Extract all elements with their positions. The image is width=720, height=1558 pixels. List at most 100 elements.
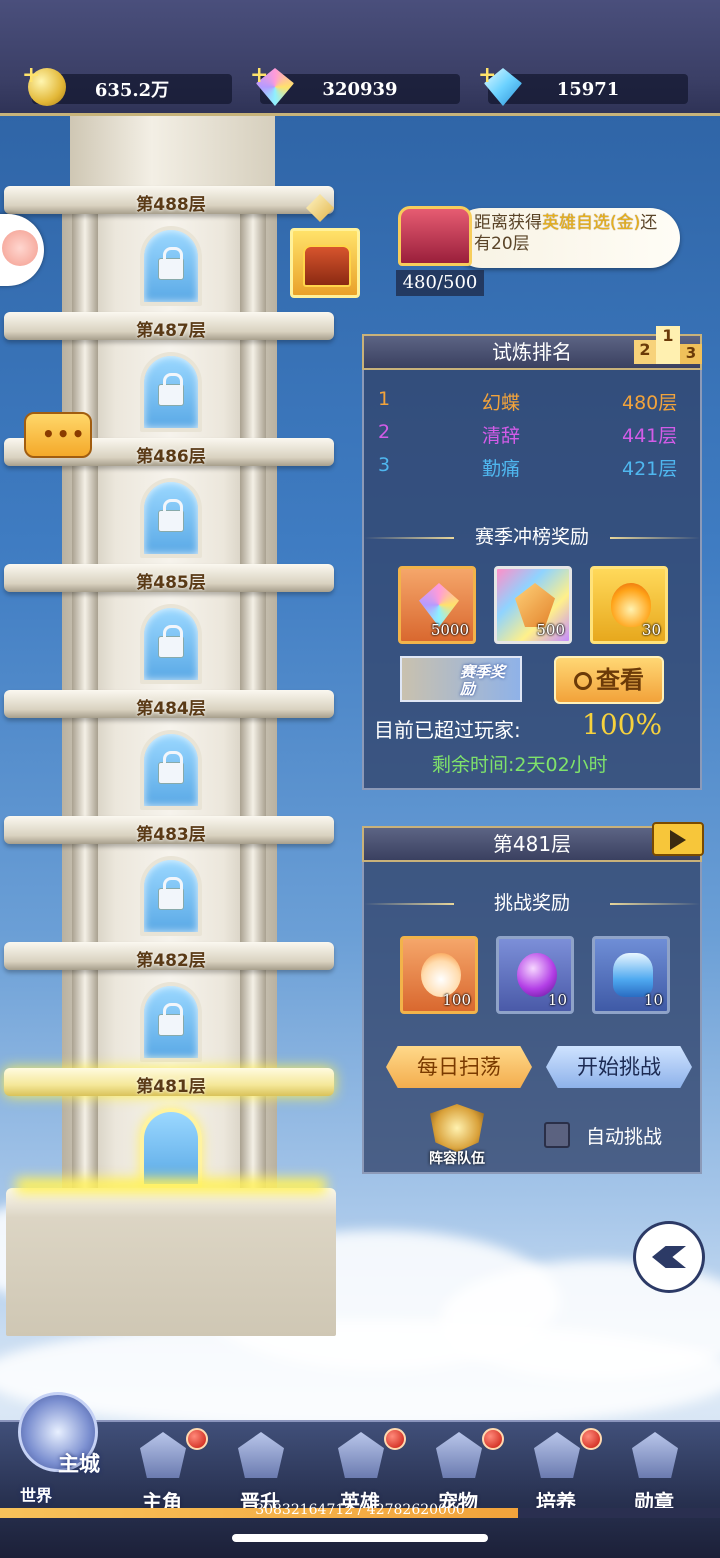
notification-dot — [384, 1428, 406, 1450]
hero-reward-prefix: 距离获得 — [474, 213, 542, 233]
rank-row[interactable]: 2 清辞 441层 — [376, 421, 692, 451]
diamond-amount: 15971 — [556, 78, 620, 100]
main-city-label: 主城 — [58, 1452, 100, 1476]
notification-dot — [482, 1428, 504, 1450]
chat-button[interactable]: ••• — [24, 412, 92, 458]
shield-star-icon — [430, 1104, 484, 1152]
rank-number: 2 — [378, 421, 391, 443]
rank-row[interactable]: 1 幻蝶 480层 — [376, 388, 692, 418]
lock-icon — [158, 751, 184, 784]
tower-floor[interactable]: 第483层 — [0, 816, 340, 942]
season-reward-item[interactable]: 500 — [494, 566, 572, 644]
back-arrow-icon — [652, 1246, 686, 1268]
lock-icon — [158, 373, 184, 406]
rank-player-name: 勤痛 — [482, 458, 521, 480]
main-city-button[interactable]: 主城 世界 — [8, 1392, 112, 1510]
star-emblem-icon — [534, 1432, 580, 1478]
gold-resource[interactable]: + 635.2万 — [22, 62, 232, 106]
hero-helmet-icon — [140, 1432, 186, 1478]
item-count: 30 — [641, 621, 661, 639]
trial-tower: 第488层 第487层 第486层 第485层 第484层 第483层 第482… — [0, 116, 340, 1336]
lock-icon — [158, 499, 184, 532]
knight-helmet-icon — [338, 1432, 384, 1478]
lineup-label: 阵容队伍 — [429, 1151, 485, 1167]
search-icon — [574, 672, 592, 690]
rank-floor: 441层 — [622, 425, 678, 447]
crystal-amount: 320939 — [322, 78, 398, 100]
challenge-reward-title: 挑战奖励 — [364, 888, 700, 918]
hero-reward-progress: 480/500 — [396, 270, 484, 296]
lock-icon — [158, 877, 184, 910]
pig-face-icon — [2, 230, 38, 266]
tower-floor[interactable]: 第482层 — [0, 942, 340, 1068]
rank-number: 1 — [378, 388, 391, 410]
plus-icon[interactable]: + — [22, 62, 40, 88]
crystal-resource[interactable]: + 320939 — [250, 62, 460, 106]
back-button[interactable] — [636, 1224, 702, 1290]
plus-icon[interactable]: + — [250, 62, 268, 88]
current-tower-floor[interactable]: 第481层 — [0, 1068, 340, 1194]
rank-floor: 421层 — [622, 458, 678, 480]
video-icon[interactable] — [652, 822, 704, 856]
medal-icon — [632, 1432, 678, 1478]
view-button-label: 查看 — [596, 666, 644, 694]
floor-label: 第481层 — [136, 1077, 206, 1097]
auto-challenge-label: 自动挑战 — [586, 1126, 663, 1148]
season-reward-item[interactable]: 5000 — [398, 566, 476, 644]
item-count: 10 — [643, 991, 663, 1009]
home-indicator[interactable] — [232, 1534, 488, 1542]
season-badge-label: 赛季奖励 — [460, 663, 506, 698]
chat-bubble-icon: ••• — [42, 422, 87, 446]
challenge-floor-title: 第481层 — [362, 826, 702, 862]
challenge-reward-item[interactable]: 10 — [592, 936, 670, 1014]
hero-chest-icon[interactable] — [398, 206, 472, 266]
season-reward-title: 赛季冲榜奖励 — [364, 522, 700, 552]
challenge-panel: 第481层 挑战奖励 100 10 10 每日扫荡 开始挑战 阵容队伍 自动挑战 — [362, 822, 704, 1174]
item-count: 5000 — [430, 621, 469, 639]
rank-player-name: 清辞 — [482, 425, 521, 447]
tower-base — [6, 1178, 336, 1336]
floor-label: 第484层 — [136, 699, 206, 719]
exp-text: 30832164712 / 42782620000 — [255, 1502, 465, 1518]
lineup-button[interactable]: 阵容队伍 — [424, 1104, 490, 1170]
tower-floor[interactable]: 第485层 — [0, 564, 340, 690]
floor-door[interactable] — [140, 1108, 202, 1188]
gold-amount: 635.2万 — [94, 80, 170, 101]
hero-reward-bubble: 距离获得英雄自选(金)还有20层 — [452, 208, 680, 268]
remaining-time: 剩余时间:2天02小时 — [432, 754, 608, 776]
view-button[interactable]: 查看 — [554, 656, 664, 704]
diamond-resource[interactable]: + 15971 — [478, 62, 688, 106]
floor-label: 第487层 — [136, 321, 206, 341]
floor-label: 第486层 — [136, 447, 206, 467]
rank-floor: 480层 — [622, 392, 678, 414]
ranking-panel: 试炼排名 2 1 3 1 幻蝶 480层 2 清辞 441层 3 勤痛 421层… — [362, 326, 702, 790]
tower-floor[interactable]: 第488层 — [0, 186, 340, 312]
season-reward-badge[interactable]: 赛季奖励 — [400, 656, 522, 702]
season-reward-item[interactable]: 30 — [590, 566, 668, 644]
floor-label: 第488层 — [136, 195, 206, 215]
wings-icon — [238, 1432, 284, 1478]
rank-player-name: 幻蝶 — [482, 392, 521, 414]
lock-icon — [158, 625, 184, 658]
rank-row[interactable]: 3 勤痛 421层 — [376, 454, 692, 484]
tower-floor[interactable]: 第484层 — [0, 690, 340, 816]
item-count: 100 — [442, 991, 471, 1009]
pet-icon — [436, 1432, 482, 1478]
rank-number: 3 — [378, 454, 391, 476]
start-challenge-button[interactable]: 开始挑战 — [546, 1046, 692, 1088]
plus-icon[interactable]: + — [478, 62, 496, 88]
surpass-value: 100% — [582, 708, 663, 741]
floor-label: 第485层 — [136, 573, 206, 593]
floor-label: 第482层 — [136, 951, 206, 971]
daily-sweep-button[interactable]: 每日扫荡 — [386, 1046, 532, 1088]
podium-icon: 2 1 3 — [634, 326, 702, 366]
auto-challenge-checkbox[interactable] — [544, 1122, 570, 1148]
floor-chest-icon[interactable] — [290, 228, 360, 298]
floor-label: 第483层 — [136, 825, 206, 845]
resource-bar: + 635.2万 + 320939 + 15971 — [0, 0, 720, 116]
challenge-reward-item[interactable]: 100 — [400, 936, 478, 1014]
surpass-label: 目前已超过玩家: — [374, 718, 521, 742]
lock-icon — [158, 247, 184, 280]
lock-icon — [158, 1003, 184, 1036]
challenge-reward-item[interactable]: 10 — [496, 936, 574, 1014]
